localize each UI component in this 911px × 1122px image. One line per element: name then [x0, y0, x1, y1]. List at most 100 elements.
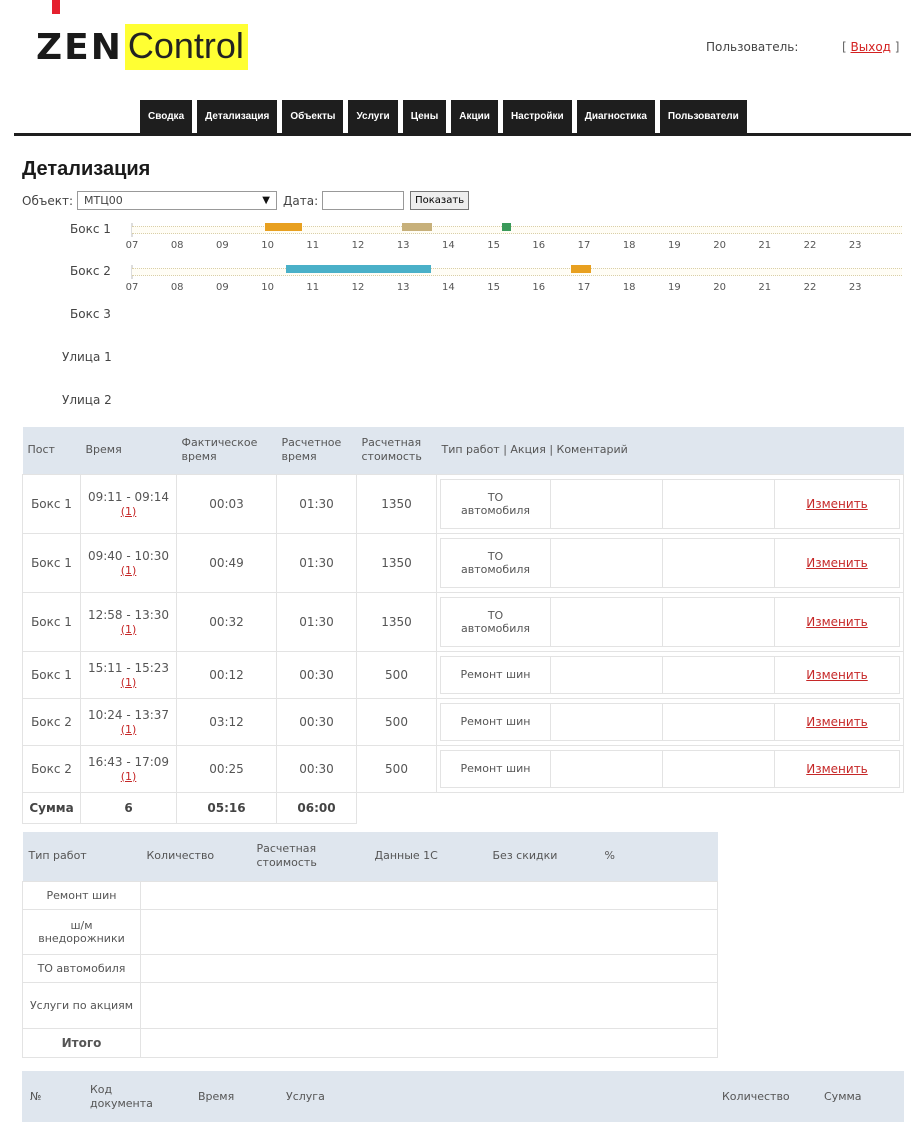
col-doc-quantity: Количество [722, 1089, 790, 1103]
logo[interactable]: ZEN Control [36, 22, 248, 72]
timeline-row: Улица 1 [0, 350, 911, 386]
object-label: Объект: [22, 193, 73, 208]
timeline-hour-tick: 15 [487, 282, 500, 293]
tab-diagnostics[interactable]: Диагностика [576, 100, 655, 133]
work-type-values [140, 981, 718, 1029]
col-post: Пост [22, 427, 81, 474]
time-count-link[interactable]: (1) [121, 770, 137, 783]
timeline-hour-tick: 07 [125, 240, 139, 251]
tab-details[interactable]: Детализация [197, 100, 278, 133]
edit-link[interactable]: Изменить [806, 762, 868, 776]
timeline-hour-tick: 12 [351, 240, 365, 251]
tab-prices[interactable]: Цены [402, 100, 447, 133]
col-percent: % [598, 832, 718, 881]
time-cell: 16:43 - 17:09 (1) [80, 744, 177, 793]
promo-value [551, 703, 663, 740]
tab-settings[interactable]: Настройки [502, 100, 572, 133]
timeline-hour-tick: 09 [216, 240, 229, 251]
comment-value [663, 479, 775, 528]
work-type-name[interactable]: Ремонт шин [22, 880, 141, 910]
tab-summary[interactable]: Сводка [140, 100, 193, 133]
tab-promotions[interactable]: Акции [451, 100, 498, 133]
timeline-track [132, 226, 902, 234]
work-type-values [140, 880, 718, 910]
sum-estimated-time: 06:00 [276, 791, 357, 824]
post-cell: Бокс 2 [22, 744, 81, 793]
time-count-link[interactable]: (1) [121, 676, 137, 689]
comment-value [663, 750, 775, 787]
tab-users[interactable]: Пользователи [659, 100, 747, 133]
work-info-cell: ТО автомобиля Изменить [436, 532, 904, 593]
edit-cell: Изменить [775, 539, 899, 587]
edit-cell: Изменить [775, 657, 899, 693]
col-actual-time: Фактическое время [176, 427, 277, 474]
timeline-interval-bar[interactable] [501, 223, 511, 231]
edit-link[interactable]: Изменить [806, 497, 868, 511]
sum-label: Сумма [22, 791, 81, 824]
tab-objects[interactable]: Объекты [282, 100, 344, 133]
logout-close-bracket: ] [894, 40, 900, 54]
actual-time-cell: 03:12 [176, 697, 277, 746]
time-count-link[interactable]: (1) [121, 623, 137, 636]
timeline-hour-tick: 22 [803, 240, 817, 251]
promo-value [551, 479, 663, 528]
time-count-link[interactable]: (1) [121, 564, 137, 577]
edit-link[interactable]: Изменить [806, 615, 868, 629]
timeline-row: Бокс 3 [0, 307, 911, 343]
work-type-total-label: Итого [22, 1027, 141, 1058]
post-cell: Бокс 1 [22, 532, 81, 593]
time-count-link[interactable]: (1) [121, 723, 137, 736]
details-header-row: Пост Время Фактическое время Расчетное в… [22, 427, 904, 474]
logo-word-control: Control [124, 24, 248, 70]
edit-link[interactable]: Изменить [806, 556, 868, 570]
work-types-body: Ремонт шин ш/м внедорожники ТО автомобиля У… [22, 880, 718, 1058]
col-time: Время [80, 427, 177, 474]
estimated-time-cell: 00:30 [276, 650, 357, 699]
edit-link[interactable]: Изменить [806, 715, 868, 729]
estimated-time-cell: 01:30 [276, 591, 357, 652]
table-row: Бокс 1 12:58 - 13:30 (1) 00:32 01:30 1350 ТО а… [22, 591, 904, 652]
col-work-type: Тип работ | Акция | Коментарий [436, 427, 904, 474]
timeline-hour-tick: 07 [125, 282, 139, 293]
timeline-hour-tick: 21 [758, 282, 772, 293]
timeline-hour-tick: 11 [306, 282, 320, 293]
col-estimated-cost-2: Расчетная стоимость [250, 832, 369, 881]
timeline-hour-tick: 18 [622, 282, 636, 293]
work-type-value: ТО автомобиля [441, 597, 551, 646]
work-type-name[interactable]: ТО автомобиля [22, 953, 141, 983]
details-table: Пост Время Фактическое время Расчетное в… [22, 427, 904, 824]
date-label: Дата: [283, 193, 319, 208]
sum-row: Сумма 6 05:16 06:00 [22, 791, 904, 824]
timeline-interval-bar[interactable] [285, 265, 432, 273]
timeline-hour-tick: 19 [668, 240, 681, 251]
documents-header: № Код документа Время Услуга Количество … [22, 1071, 904, 1122]
timeline-hour-tick: 14 [442, 240, 455, 251]
table-row: Бокс 1 09:40 - 10:30 (1) 00:49 01:30 1350 ТО а… [22, 532, 904, 593]
date-input[interactable] [322, 191, 405, 210]
timeline-interval-bar[interactable] [571, 265, 591, 273]
work-info-box: Ремонт шин Изменить [440, 702, 900, 741]
logout-link[interactable]: Выход [851, 40, 891, 54]
timeline-hour-tick: 08 [170, 282, 184, 293]
work-types-header-row: Тип работ Количество Расчетная стоимость… [22, 832, 718, 881]
edit-cell: Изменить [775, 480, 899, 528]
estimated-cost-cell: 1350 [356, 473, 437, 534]
edit-link[interactable]: Изменить [806, 668, 868, 682]
work-info-box: ТО автомобиля Изменить [440, 537, 900, 588]
object-select[interactable]: МТЦ00 ▼ [77, 191, 277, 210]
actual-time-cell: 00:49 [176, 532, 277, 593]
timeline-interval-bar[interactable] [401, 223, 432, 231]
tab-services[interactable]: Услуги [348, 100, 398, 133]
promo-value [551, 597, 663, 646]
show-button[interactable]: Показать [410, 191, 470, 210]
table-row: Бокс 1 15:11 - 15:23 (1) 00:12 00:30 500 Ремон… [22, 650, 904, 699]
timeline-interval-bar[interactable] [265, 223, 303, 231]
time-count-link[interactable]: (1) [121, 505, 137, 518]
estimated-time-cell: 01:30 [276, 532, 357, 593]
col-no-discount: Без скидки [486, 832, 599, 881]
timeline-hour-tick: 10 [261, 282, 274, 293]
promo-value [551, 656, 663, 693]
work-type-total-values [140, 1027, 718, 1058]
actual-time-cell: 00:03 [176, 473, 277, 534]
estimated-cost-cell: 1350 [356, 532, 437, 593]
